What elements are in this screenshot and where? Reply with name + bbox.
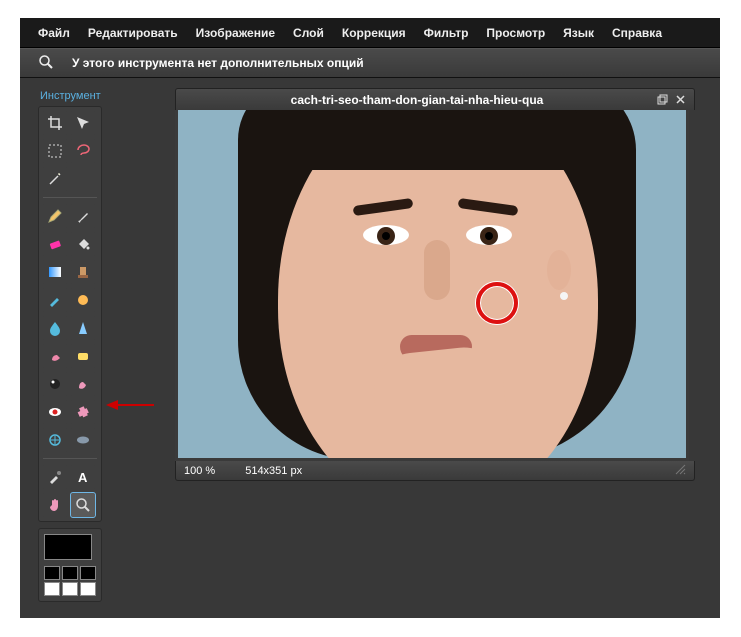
canvas-window: cach-tri-seo-tham-don-gian-tai-nha-hieu-… bbox=[175, 88, 695, 481]
eyedropper-tool[interactable] bbox=[43, 465, 67, 489]
app-frame: Файл Редактировать Изображение Слой Корр… bbox=[20, 18, 720, 618]
sharpen-tool[interactable] bbox=[71, 316, 95, 340]
preset-swatch[interactable] bbox=[62, 582, 78, 596]
pinch-inward-tool[interactable] bbox=[71, 428, 95, 452]
brush-tool[interactable] bbox=[71, 204, 95, 228]
preset-swatch[interactable] bbox=[44, 566, 60, 580]
blur-tool[interactable] bbox=[43, 316, 67, 340]
pinch-tool[interactable] bbox=[71, 372, 95, 396]
menu-filter[interactable]: Фильтр bbox=[424, 26, 469, 40]
menu-language[interactable]: Язык bbox=[563, 26, 594, 40]
color-swatch-panel bbox=[38, 528, 102, 602]
pencil-tool[interactable] bbox=[43, 204, 67, 228]
zoom-icon bbox=[38, 54, 54, 73]
zoom-tool[interactable] bbox=[71, 493, 95, 517]
preset-swatch[interactable] bbox=[80, 566, 96, 580]
toolbox-panel: A bbox=[38, 106, 102, 522]
zoom-level: 100 % bbox=[184, 465, 215, 477]
menu-edit[interactable]: Редактировать bbox=[88, 26, 178, 40]
menubar: Файл Редактировать Изображение Слой Корр… bbox=[20, 18, 720, 48]
annotation-arrow-icon bbox=[106, 398, 156, 412]
canvas-image[interactable] bbox=[175, 110, 689, 461]
preset-swatch[interactable] bbox=[80, 582, 96, 596]
foreground-color-swatch[interactable] bbox=[44, 534, 92, 560]
canvas-statusbar: 100 % 514x351 px bbox=[175, 461, 695, 481]
resize-grip-icon[interactable] bbox=[675, 464, 686, 478]
menu-layer[interactable]: Слой bbox=[293, 26, 324, 40]
move-tool[interactable] bbox=[71, 111, 95, 135]
bloat-tool[interactable] bbox=[43, 428, 67, 452]
canvas-size: 514x351 px bbox=[245, 465, 302, 477]
sponge-tool[interactable] bbox=[71, 344, 95, 368]
smudge-tool[interactable] bbox=[43, 344, 67, 368]
marquee-tool[interactable] bbox=[43, 139, 67, 163]
preset-swatch[interactable] bbox=[62, 566, 78, 580]
options-bar: У этого инструмента нет дополнительных о… bbox=[20, 48, 720, 78]
toolbox: Инструмент bbox=[38, 90, 102, 602]
menu-view[interactable]: Просмотр bbox=[486, 26, 545, 40]
wand-tool[interactable] bbox=[43, 167, 67, 191]
canvas-titlebar[interactable]: cach-tri-seo-tham-don-gian-tai-nha-hieu-… bbox=[175, 88, 695, 110]
gradient-tool[interactable] bbox=[43, 260, 67, 284]
clone-stamp-tool[interactable] bbox=[71, 260, 95, 284]
color-presets bbox=[44, 566, 96, 596]
svg-text:A: A bbox=[78, 470, 88, 485]
window-restore-icon[interactable] bbox=[654, 92, 670, 108]
crop-tool[interactable] bbox=[43, 111, 67, 135]
options-text: У этого инструмента нет дополнительных о… bbox=[72, 56, 364, 70]
lasso-tool[interactable] bbox=[71, 139, 95, 163]
menu-image[interactable]: Изображение bbox=[196, 26, 275, 40]
menu-adjustment[interactable]: Коррекция bbox=[342, 26, 406, 40]
window-close-icon[interactable] bbox=[672, 92, 688, 108]
menu-help[interactable]: Справка bbox=[612, 26, 662, 40]
redeye-tool[interactable] bbox=[43, 400, 67, 424]
spot-heal-tool[interactable] bbox=[71, 400, 95, 424]
hand-tool[interactable] bbox=[43, 493, 67, 517]
eraser-tool[interactable] bbox=[43, 232, 67, 256]
type-tool[interactable]: A bbox=[71, 465, 95, 489]
photo-content bbox=[178, 110, 686, 458]
bucket-tool[interactable] bbox=[71, 232, 95, 256]
draw-tool[interactable] bbox=[71, 288, 95, 312]
menu-file[interactable]: Файл bbox=[38, 26, 70, 40]
preset-swatch[interactable] bbox=[44, 582, 60, 596]
color-replace-tool[interactable] bbox=[43, 288, 67, 312]
workspace: Инструмент bbox=[20, 78, 720, 618]
canvas-title: cach-tri-seo-tham-don-gian-tai-nha-hieu-… bbox=[182, 93, 652, 107]
toolbox-title: Инструмент bbox=[38, 90, 102, 102]
dodge-tool[interactable] bbox=[43, 372, 67, 396]
